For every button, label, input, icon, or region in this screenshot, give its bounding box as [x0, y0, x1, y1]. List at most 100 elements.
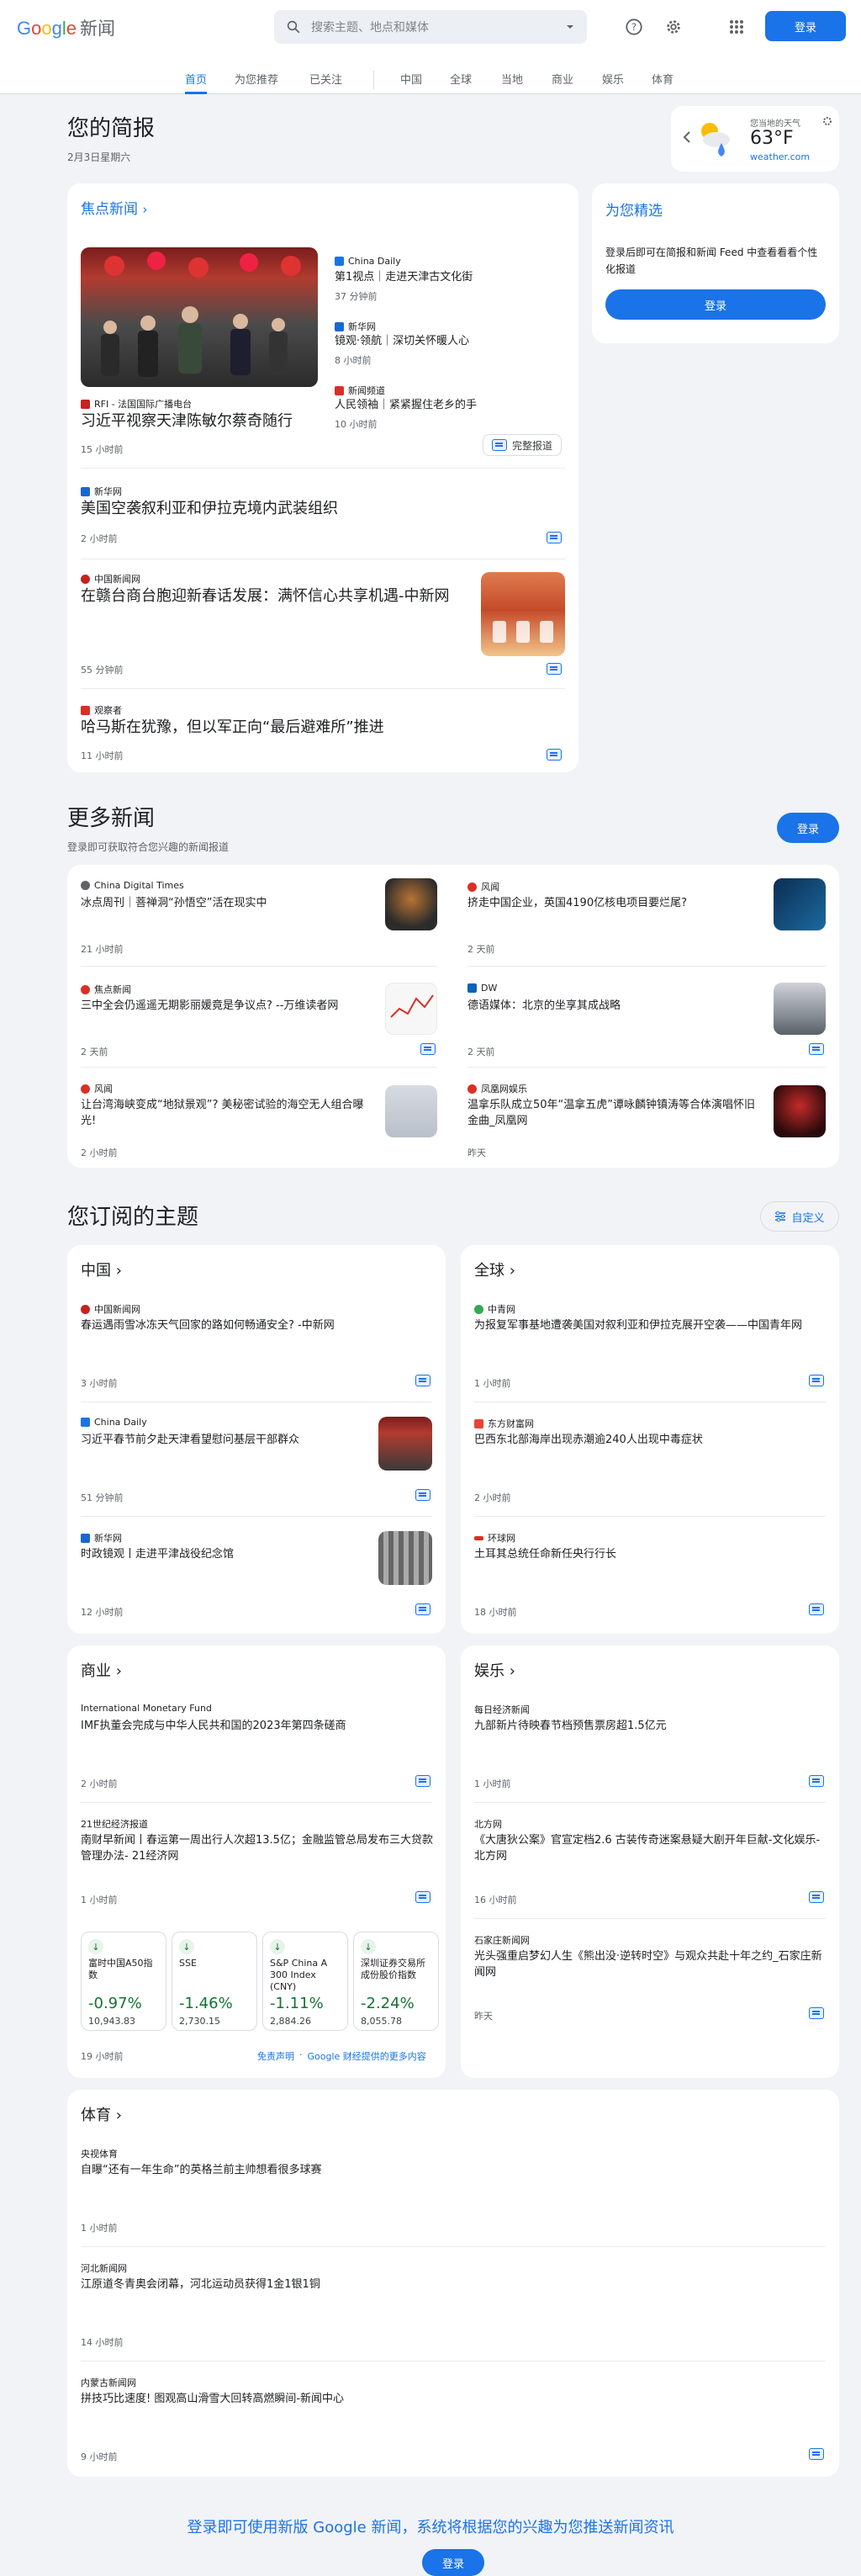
tab-following[interactable]: 已关注	[309, 71, 342, 94]
story-source[interactable]: 中国新闻网	[81, 1302, 140, 1316]
story-title[interactable]: 九部新片待映春节档预售票房超1.5亿元	[474, 1718, 827, 1734]
story-source[interactable]: DW	[467, 983, 497, 994]
side-story-title[interactable]: 人民领袖｜紧紧握住老乡的手	[335, 397, 570, 413]
stock-tile[interactable]: ↓ 富时中国A50指数 -0.97% 10,943.83	[81, 1932, 166, 2031]
full-coverage-icon[interactable]	[809, 1775, 824, 1787]
full-coverage-icon[interactable]	[809, 1891, 824, 1903]
full-coverage-icon[interactable]	[809, 1043, 824, 1055]
tab-sports[interactable]: 体育	[652, 71, 673, 94]
customize-button[interactable]: 自定义	[760, 1201, 839, 1232]
side-story-source[interactable]: 新华网	[335, 320, 376, 333]
side-story-title[interactable]: 镜观·领航｜深切关怀暖人心	[335, 333, 570, 349]
story-source[interactable]: 每日经济新闻	[474, 1703, 530, 1716]
story-title[interactable]: 南财早新闻丨春运第一周出行人次超13.5亿；金融监管总局发布三大贷款管理办法- …	[81, 1832, 434, 1864]
full-coverage-icon[interactable]	[547, 749, 562, 761]
full-coverage-icon[interactable]	[547, 532, 562, 543]
lead-story-source[interactable]: RFI - 法国国际广播电台	[81, 397, 192, 411]
story-source[interactable]: International Monetary Fund	[81, 1703, 212, 1714]
story-source[interactable]: 凤凰网娱乐	[467, 1082, 527, 1095]
lead-story-title[interactable]: 习近平视察天津陈敏尔蔡奇随行	[81, 411, 325, 432]
search-box[interactable]: 搜索主题、地点和媒体	[274, 10, 587, 44]
stock-tile[interactable]: ↓ 深圳证券交易所成份股价指数 -2.24% 8,055.78	[353, 1932, 439, 2031]
picks-signin-button[interactable]: 登录	[605, 289, 826, 320]
story-title[interactable]: 《大唐狄公案》官宣定档2.6 古装传奇迷案悬疑大剧开年巨献-文化娱乐-北方网	[474, 1832, 827, 1864]
story-thumbnail[interactable]	[385, 878, 437, 930]
full-coverage-icon[interactable]	[809, 1375, 824, 1386]
story-title[interactable]: 哈马斯在犹豫，但以军正向“最后避难所”推进	[81, 717, 552, 739]
more-news-signin-button[interactable]: 登录	[777, 813, 839, 843]
story-thumbnail[interactable]	[385, 1085, 437, 1137]
story-source[interactable]: 21世纪经济报道	[81, 1817, 148, 1831]
story-title[interactable]: 让台湾海峡变成“地狱景观”? 美秘密试验的海空无人组合曝光!	[81, 1097, 375, 1129]
search-icon[interactable]	[286, 19, 301, 34]
topic-china-title[interactable]: 中国 ›	[81, 1259, 122, 1280]
story-source[interactable]: 风闻	[81, 1082, 113, 1095]
story-source[interactable]: 东方财富网	[474, 1417, 534, 1430]
top-stories-title[interactable]: 焦点新闻 ›	[81, 197, 147, 218]
story-title[interactable]: 德语媒体：北京的坐享其成战略	[467, 998, 762, 1014]
story-title[interactable]: 巴西东北部海岸出现赤潮逾240人出现中毒症状	[474, 1432, 827, 1448]
story-title[interactable]: 江原道冬青奥会闭幕，河北运动员获得1金1银1铜	[81, 2277, 821, 2292]
tab-local[interactable]: 当地	[501, 71, 523, 94]
stock-tile[interactable]: ↓ SSE -1.46% 2,730.15	[172, 1932, 257, 2031]
story-title[interactable]: IMF执董会完成与中华人民共和国的2023年第四条磋商	[81, 1718, 434, 1734]
story-source[interactable]: 央视体育	[81, 2147, 118, 2160]
story-source[interactable]: 中青网	[474, 1302, 515, 1316]
full-coverage-icon[interactable]	[547, 663, 562, 675]
tab-china[interactable]: 中国	[400, 71, 422, 94]
story-source[interactable]: 新华网	[81, 1531, 122, 1545]
full-coverage-icon[interactable]	[809, 2448, 824, 2460]
full-coverage-icon[interactable]	[415, 1489, 430, 1501]
tab-world[interactable]: 全球	[450, 71, 472, 94]
story-source[interactable]: 内蒙古新闻网	[81, 2376, 136, 2389]
story-source[interactable]: China Digital Times	[81, 880, 184, 891]
tab-for-you[interactable]: 为您推荐	[235, 71, 278, 94]
full-coverage-icon[interactable]	[809, 1603, 824, 1615]
story-source[interactable]: 新华网	[81, 485, 122, 498]
story-source[interactable]: China Daily	[81, 1417, 147, 1428]
full-coverage-icon[interactable]	[415, 1775, 430, 1787]
topic-business-title[interactable]: 商业 ›	[81, 1659, 122, 1681]
story-title[interactable]: 美国空袭叙利亚和伊拉克境内武装组织	[81, 498, 552, 520]
google-news-logo[interactable]: Google 新闻	[17, 15, 115, 39]
side-story-source[interactable]: China Daily	[335, 256, 401, 267]
google-finance-more-link[interactable]: Google 财经提供的更多内容	[308, 2049, 426, 2063]
story-title[interactable]: 光头强重启梦幻人生《熊出没·逆转时空》与观众共赴十年之约_石家庄新闻网	[474, 1948, 827, 1980]
story-title[interactable]: 时政镜观丨走进平津战役纪念馆	[81, 1546, 358, 1562]
story-source[interactable]: 河北新闻网	[81, 2261, 127, 2275]
full-coverage-button[interactable]: 完整报道	[483, 434, 563, 456]
full-coverage-icon[interactable]	[415, 1375, 430, 1386]
story-title[interactable]: 春运遇雨雪冰冻天气回家的路如何畅通安全? -中新网	[81, 1317, 434, 1333]
story-thumbnail[interactable]	[774, 878, 826, 930]
help-icon[interactable]: ?	[622, 15, 646, 39]
story-title[interactable]: 拼技巧比速度! 图观高山滑雪大回转高燃瞬间-新闻中心	[81, 2391, 821, 2407]
story-thumbnail[interactable]	[378, 1531, 432, 1585]
full-coverage-icon[interactable]	[809, 2007, 824, 2019]
story-source[interactable]: 北方网	[474, 1817, 502, 1831]
weather-source-link[interactable]: weather.com	[750, 151, 810, 162]
tab-business[interactable]: 商业	[552, 71, 573, 94]
topic-world-title[interactable]: 全球 ›	[474, 1259, 515, 1280]
tab-home[interactable]: 首页	[185, 71, 208, 94]
story-title[interactable]: 温拿乐队成立50年“温拿五虎”谭咏麟钟镇涛等合体演唱怀旧金曲_凤凰网	[467, 1097, 762, 1129]
story-title[interactable]: 冰点周刊｜菩禅洞“孙悟空”活在现实中	[81, 895, 375, 911]
chevron-down-icon[interactable]	[565, 22, 575, 32]
weather-widget[interactable]: 您当地的天气 63°F weather.com	[671, 106, 839, 172]
full-coverage-icon[interactable]	[420, 1043, 436, 1055]
chevron-left-icon[interactable]	[683, 131, 691, 143]
story-title[interactable]: 自曝“还有一年生命”的英格兰前主帅想看很多球赛	[81, 2162, 821, 2178]
story-title[interactable]: 挤走中国企业，英国4190亿核电项目要烂尾?	[467, 895, 762, 911]
lead-story-image[interactable]	[81, 247, 318, 387]
story-thumbnail[interactable]	[385, 983, 437, 1035]
disclaimer-link[interactable]: 免责声明	[257, 2049, 294, 2063]
topic-entertainment-title[interactable]: 娱乐 ›	[474, 1659, 515, 1681]
story-title[interactable]: 在赣台商台胞迎新春话发展：满怀信心共享机遇-中新网	[81, 586, 467, 607]
story-thumbnail[interactable]	[481, 572, 565, 656]
apps-grid-icon[interactable]	[725, 15, 748, 39]
full-coverage-icon[interactable]	[415, 1891, 430, 1903]
story-title[interactable]: 土耳其总统任命新任央行行长	[474, 1546, 827, 1562]
weather-settings-icon[interactable]	[822, 116, 832, 126]
tab-entertainment[interactable]: 娱乐	[602, 71, 624, 94]
search-input[interactable]: 搜索主题、地点和媒体	[311, 19, 555, 35]
side-story-title[interactable]: 第1视点｜走进天津古文化街	[335, 269, 570, 285]
